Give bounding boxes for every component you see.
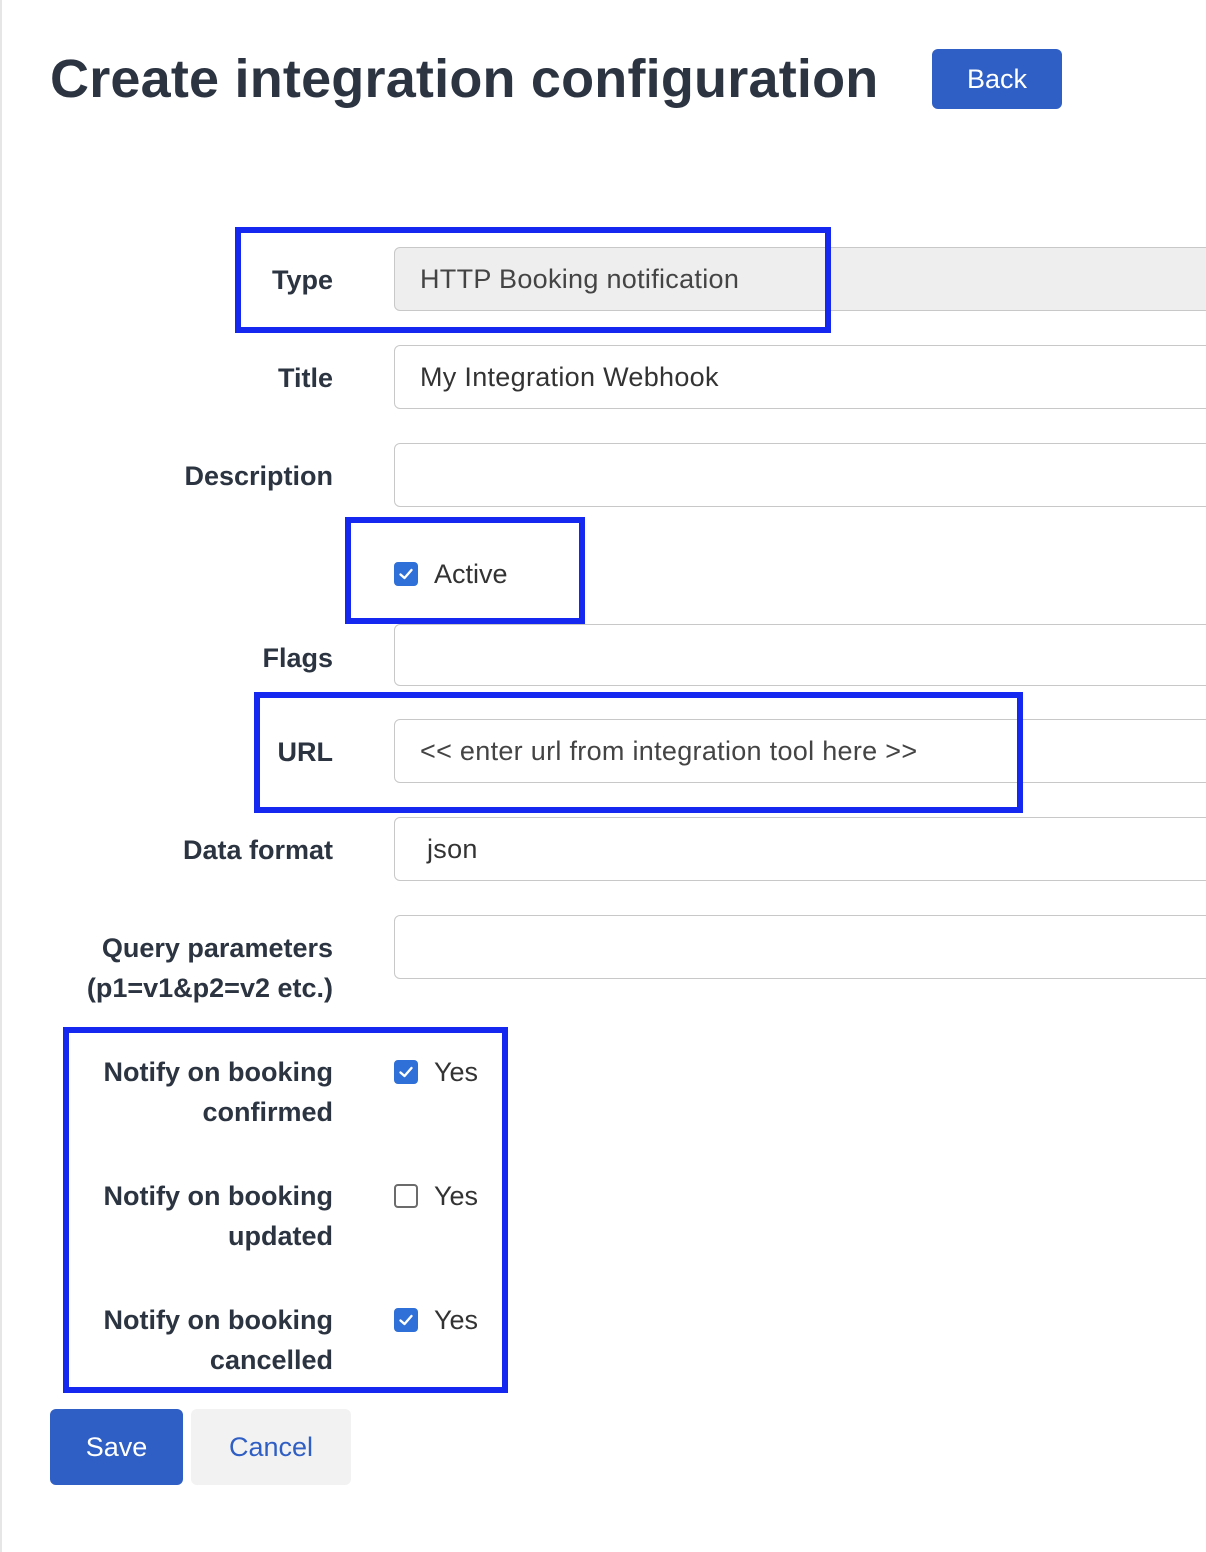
active-checkbox[interactable]: [394, 562, 418, 586]
notify-cancelled-label: Notify on booking: [103, 1305, 333, 1335]
query-parameters-hint: (p1=v1&p2=v2 etc.): [86, 973, 333, 1003]
notify-updated-label-line2: updated: [228, 1221, 333, 1251]
data-format-label: Data format: [182, 835, 333, 865]
check-icon: [399, 568, 413, 580]
notify-updated-checkbox[interactable]: [394, 1184, 418, 1208]
notify-confirmed-label-line2: confirmed: [202, 1097, 333, 1127]
save-button[interactable]: Save: [50, 1409, 183, 1485]
title-label: Title: [277, 363, 333, 393]
url-label: URL: [277, 737, 334, 767]
type-label: Type: [271, 265, 333, 295]
notify-cancelled-option: Yes: [434, 1305, 479, 1335]
query-parameters-input[interactable]: [394, 915, 1206, 979]
notify-updated-label: Notify on booking: [103, 1181, 333, 1211]
description-label: Description: [184, 461, 333, 491]
type-field: HTTP Booking notification: [394, 247, 1206, 311]
flags-input[interactable]: [394, 624, 1206, 686]
active-label: Active: [434, 559, 508, 589]
description-input[interactable]: [394, 443, 1206, 507]
title-input[interactable]: My Integration Webhook: [394, 345, 1206, 409]
check-icon: [399, 1314, 413, 1326]
notify-cancelled-checkbox[interactable]: [394, 1308, 418, 1332]
notify-updated-option: Yes: [434, 1181, 479, 1211]
query-parameters-label: Query parameters: [101, 933, 333, 963]
cancel-button[interactable]: Cancel: [191, 1409, 351, 1485]
notify-confirmed-label: Notify on booking: [103, 1057, 333, 1087]
page-edge: [0, 0, 2, 1552]
data-format-select[interactable]: json: [394, 817, 1206, 881]
notify-confirmed-checkbox[interactable]: [394, 1060, 418, 1084]
notify-confirmed-option: Yes: [434, 1057, 479, 1087]
url-input[interactable]: << enter url from integration tool here …: [394, 719, 1206, 783]
back-button[interactable]: Back: [932, 49, 1062, 109]
notify-cancelled-label-line2: cancelled: [209, 1345, 333, 1375]
check-icon: [399, 1066, 413, 1078]
page-title: Create integration configuration: [50, 49, 879, 109]
flags-label: Flags: [262, 643, 333, 673]
